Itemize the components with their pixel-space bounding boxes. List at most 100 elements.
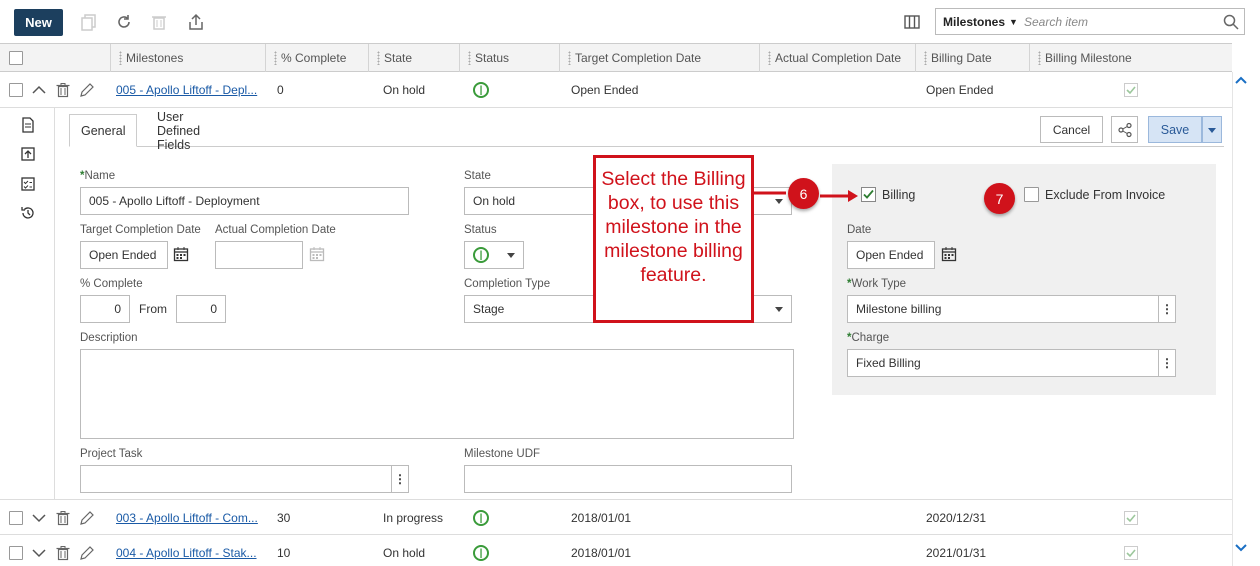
milestone-udf-input[interactable] [464, 465, 792, 493]
calendar-icon[interactable] [173, 246, 189, 265]
from-input[interactable]: 0 [176, 295, 226, 323]
vertical-scrollbar[interactable] [1232, 72, 1248, 566]
search-bar[interactable]: Milestones ▼ Search item [935, 8, 1245, 35]
tab-general[interactable]: General [69, 114, 138, 147]
instruction-callout: Select the Billing box, to use this mile… [593, 155, 754, 323]
tab-user-defined-fields[interactable]: User Defined Fields [146, 110, 211, 152]
trash-icon[interactable] [55, 500, 71, 536]
milestone-udf-label: Milestone UDF [464, 448, 541, 460]
copy-icon[interactable] [77, 10, 101, 34]
trash-icon[interactable] [55, 535, 71, 566]
cell-state: On hold [383, 83, 426, 97]
cell-state: In progress [383, 511, 444, 525]
chevron-down-icon [507, 253, 515, 258]
exclude-from-invoice-checkbox[interactable]: Exclude From Invoice [1024, 187, 1165, 202]
pencil-icon[interactable] [79, 72, 95, 108]
billing-milestone-check [1124, 535, 1138, 566]
row-checkbox[interactable] [9, 535, 23, 566]
save-button[interactable]: Save [1148, 116, 1202, 143]
chevron-down-icon [1208, 128, 1216, 133]
status-icon: | [473, 247, 489, 263]
calendar-icon[interactable] [309, 246, 325, 265]
cell-complete: 0 [277, 83, 284, 97]
charge-label: *Charge [847, 332, 890, 344]
target-date-input[interactable]: Open Ended [80, 241, 168, 269]
calendar-icon[interactable] [941, 246, 957, 265]
column-header-status[interactable]: Status [459, 44, 559, 72]
export-icon[interactable] [184, 10, 208, 34]
chevron-down-icon [775, 307, 783, 312]
chevron-down-icon[interactable] [1235, 542, 1247, 556]
target-date-label: Target Completion Date [80, 224, 201, 236]
column-header-billing-milestone[interactable]: Billing Milestone [1029, 44, 1232, 72]
detail-side-nav [0, 108, 55, 499]
chevron-up-icon[interactable] [32, 72, 46, 108]
document-icon[interactable] [17, 114, 39, 136]
new-button[interactable]: New [14, 9, 63, 36]
column-header-target-date[interactable]: Target Completion Date [559, 44, 759, 72]
search-scope-dropdown[interactable]: Milestones ▼ [936, 15, 1024, 29]
actual-date-input[interactable] [215, 241, 303, 269]
table-row[interactable]: 005 - Apollo Liftoff - Depl... 0 On hold… [0, 72, 1232, 108]
exclude-label: Exclude From Invoice [1045, 187, 1166, 202]
billing-checkbox[interactable]: Billing [861, 187, 915, 202]
checklist-icon[interactable] [17, 173, 39, 195]
cell-billing-date: 2021/01/31 [926, 546, 987, 560]
table-row[interactable]: 003 - Apollo Liftoff - Com... 30 In prog… [0, 499, 1232, 535]
billing-milestone-check [1124, 500, 1138, 536]
row-checkbox[interactable] [9, 72, 23, 108]
project-task-input[interactable]: ⋮ [80, 465, 409, 493]
charge-value: Fixed Billing [856, 356, 921, 370]
column-header-milestones[interactable]: Milestones [110, 44, 265, 72]
column-header-complete[interactable]: % Complete [265, 44, 368, 72]
column-header-actual-date[interactable]: Actual Completion Date [759, 44, 915, 72]
search-icon[interactable] [1218, 14, 1244, 30]
column-header-billing-date[interactable]: Billing Date [915, 44, 1029, 72]
cancel-button[interactable]: Cancel [1040, 116, 1103, 143]
more-options-icon[interactable]: ⋮ [1158, 296, 1175, 322]
billing-date-input[interactable]: Open Ended [847, 241, 935, 269]
milestone-link[interactable]: 005 - Apollo Liftoff - Depl... [116, 72, 257, 108]
complete-label: % Complete [80, 278, 143, 290]
grid-header: Milestones % Complete State Status Targe… [0, 43, 1232, 72]
cell-complete: 30 [277, 511, 291, 525]
delete-icon[interactable] [147, 10, 171, 34]
work-type-input[interactable]: Milestone billing ⋮ [847, 295, 1176, 323]
columns-icon[interactable] [900, 10, 924, 34]
complete-input[interactable]: 0 [80, 295, 130, 323]
pencil-icon[interactable] [79, 500, 95, 536]
chevron-down-icon[interactable] [32, 500, 46, 536]
tab-underline [69, 146, 1224, 147]
column-header-state[interactable]: State [368, 44, 459, 72]
name-input[interactable]: 005 - Apollo Liftoff - Deployment [80, 187, 409, 215]
more-options-icon[interactable]: ⋮ [391, 466, 408, 492]
pencil-icon[interactable] [79, 535, 95, 566]
actual-date-label: Actual Completion Date [215, 224, 336, 236]
work-type-value: Milestone billing [856, 302, 942, 316]
select-all-checkbox[interactable] [0, 44, 55, 72]
trash-icon[interactable] [55, 72, 71, 108]
table-row[interactable]: 004 - Apollo Liftoff - Stak... 10 On hol… [0, 535, 1232, 566]
work-type-label: *Work Type [847, 278, 907, 290]
row-checkbox[interactable] [9, 500, 23, 536]
upload-box-icon[interactable] [17, 143, 39, 165]
search-input[interactable]: Search item [1024, 15, 1218, 29]
description-textarea[interactable] [80, 349, 794, 439]
share-icon[interactable] [1111, 116, 1138, 143]
billing-milestone-check [1124, 72, 1138, 108]
refresh-icon[interactable] [112, 10, 136, 34]
billing-label: Billing [882, 187, 916, 202]
more-options-icon[interactable]: ⋮ [1158, 350, 1175, 376]
chevron-up-icon[interactable] [1235, 74, 1247, 88]
chevron-down-icon[interactable] [32, 535, 46, 566]
history-icon[interactable] [17, 202, 39, 224]
save-dropdown-button[interactable] [1202, 116, 1222, 143]
milestone-link[interactable]: 004 - Apollo Liftoff - Stak... [116, 535, 257, 566]
completion-type-value: Stage [473, 302, 505, 316]
milestone-link[interactable]: 003 - Apollo Liftoff - Com... [116, 500, 258, 536]
status-select[interactable]: | [464, 241, 524, 269]
cell-target-date: 2018/01/01 [571, 511, 632, 525]
date-label: Date [847, 224, 872, 236]
charge-input[interactable]: Fixed Billing ⋮ [847, 349, 1176, 377]
state-value: On hold [473, 194, 516, 208]
